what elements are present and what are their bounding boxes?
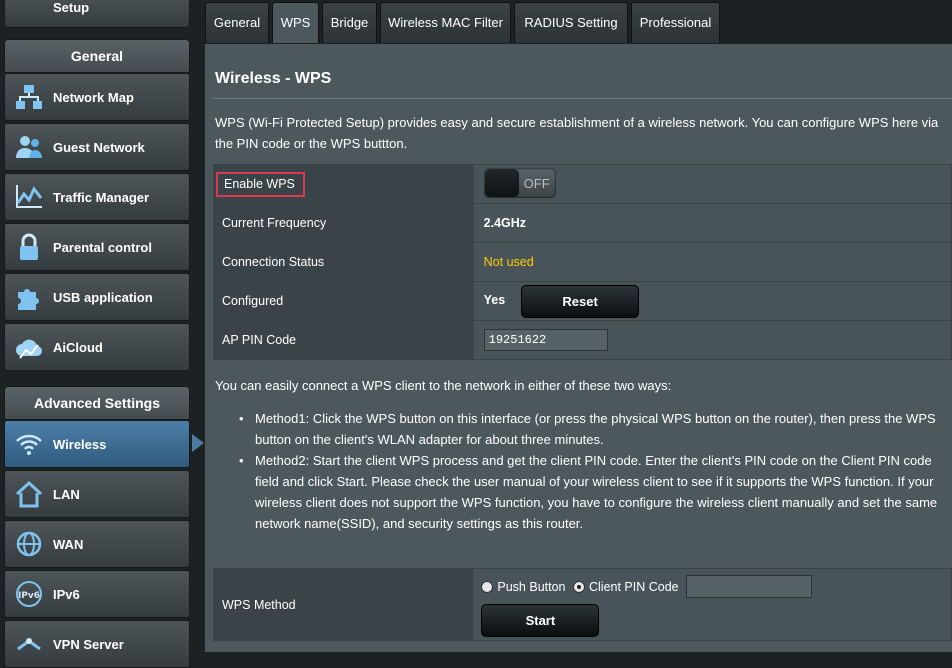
wps-method-label: WPS Method <box>212 568 474 641</box>
ap-pin-label: AP PIN Code <box>213 320 474 360</box>
enable-wps-value-cell: OFF <box>472 164 952 204</box>
methods-list: Method1: Click the WPS button on this in… <box>239 408 945 534</box>
client-pin-label: Client PIN Code <box>588 579 679 594</box>
enable-wps-cell: Enable WPS <box>213 164 474 204</box>
puzzle-icon <box>5 273 53 321</box>
sidebar-item-label: Wireless <box>53 436 107 452</box>
push-button-label: Push Button <box>497 579 566 594</box>
globe-icon <box>5 520 53 568</box>
sidebar-item-label: Parental control <box>53 239 152 255</box>
page-title: Wireless - WPS <box>215 70 332 87</box>
ap-pin-value-cell: 19251622 <box>472 320 952 360</box>
wps-settings-table: Enable WPS OFF Current Frequency 2.4GHz … <box>213 164 952 360</box>
tab-wireless-mac-filter[interactable]: Wireless MAC Filter <box>380 2 511 43</box>
toggle-state-label: OFF <box>523 175 550 191</box>
sidebar: Setup General Network Map Guest Network … <box>0 0 205 668</box>
toggle-knob <box>484 169 519 197</box>
advanced-section-header: Advanced Settings <box>4 386 190 420</box>
tab-bar: General WPS Bridge Wireless MAC Filter R… <box>205 0 952 44</box>
lock-icon <box>5 223 53 271</box>
connection-status-value: Not used <box>472 242 952 282</box>
vpn-icon <box>5 620 53 668</box>
page-description: WPS (Wi-Fi Protected Setup) provides eas… <box>215 115 939 151</box>
configured-label: Configured <box>213 281 474 321</box>
table-row: AP PIN Code 19251622 <box>213 320 952 360</box>
sidebar-item-ipv6[interactable]: IPv6 IPv6 <box>4 570 190 618</box>
tab-general[interactable]: General <box>205 2 269 43</box>
ap-pin-field[interactable]: 19251622 <box>483 329 608 351</box>
sidebar-item-label: Network Map <box>53 89 134 105</box>
ipv6-icon: IPv6 <box>5 570 53 618</box>
table-row: Configured Yes Reset <box>213 281 952 321</box>
start-button[interactable]: Start <box>481 604 600 637</box>
active-item-arrow <box>192 434 204 452</box>
table-row: WPS Method Push Button Client PIN Code S… <box>212 568 952 641</box>
sidebar-item-label: LAN <box>53 486 80 502</box>
traffic-manager-icon <box>5 173 53 221</box>
enable-wps-label: Enable WPS <box>216 171 305 197</box>
sidebar-item-label: IPv6 <box>53 586 80 602</box>
sidebar-item-label: AiCloud <box>53 339 103 355</box>
push-button-radio[interactable] <box>481 580 494 593</box>
sidebar-item-wan[interactable]: WAN <box>4 520 190 568</box>
table-row: Enable WPS OFF <box>213 164 952 204</box>
sidebar-item-lan[interactable]: LAN <box>4 470 190 518</box>
reset-button[interactable]: Reset <box>521 284 640 318</box>
sidebar-item-guest-network[interactable]: Guest Network <box>4 123 190 171</box>
tab-wps[interactable]: WPS <box>272 2 319 43</box>
sidebar-item-aicloud[interactable]: AiCloud <box>4 323 190 371</box>
frequency-label: Current Frequency <box>213 203 474 243</box>
tab-professional[interactable]: Professional <box>631 2 720 43</box>
configured-value-cell: Yes Reset <box>472 281 952 321</box>
method2-text: Method2: Start the client WPS process an… <box>239 450 945 534</box>
sidebar-item-usb-application[interactable]: USB application <box>4 273 190 321</box>
general-section-header: General <box>4 39 190 73</box>
enable-wps-toggle[interactable]: OFF <box>483 168 556 198</box>
sidebar-item-label: Guest Network <box>53 139 145 155</box>
method1-text: Method1: Click the WPS button on this in… <box>239 408 945 450</box>
table-row: Current Frequency 2.4GHz <box>213 203 952 243</box>
sidebar-item-parental-control[interactable]: Parental control <box>4 223 190 271</box>
client-pin-input[interactable] <box>686 575 813 598</box>
connection-status-label: Connection Status <box>213 242 474 282</box>
sidebar-item-network-map[interactable]: Network Map <box>4 73 190 121</box>
svg-text:IPv6: IPv6 <box>18 591 40 601</box>
main-panel: Wireless - WPS WPS (Wi-Fi Protected Setu… <box>205 44 952 652</box>
sidebar-item-vpn-server[interactable]: VPN Server <box>4 620 190 668</box>
tab-bridge[interactable]: Bridge <box>322 2 377 43</box>
title-divider <box>213 98 952 99</box>
sidebar-item-label: Traffic Manager <box>53 189 150 205</box>
wifi-icon <box>5 420 53 468</box>
client-pin-radio[interactable] <box>572 580 585 593</box>
sidebar-item-label: VPN Server <box>53 636 124 652</box>
wps-method-value-cell: Push Button Client PIN Code Start <box>472 568 952 641</box>
configured-value: Yes <box>483 293 506 308</box>
frequency-value: 2.4GHz <box>472 203 952 243</box>
wps-method-table: WPS Method Push Button Client PIN Code S… <box>212 568 952 641</box>
sidebar-item-label: WAN <box>53 536 84 552</box>
sidebar-item-label: Setup <box>53 0 90 15</box>
home-icon <box>5 470 53 518</box>
sidebar-item-setup[interactable]: Setup <box>4 0 190 28</box>
connection-intro: You can easily connect a WPS client to t… <box>215 378 672 393</box>
tab-radius-setting[interactable]: RADIUS Setting <box>514 2 628 43</box>
cloud-icon <box>5 323 53 371</box>
network-map-icon <box>5 73 53 121</box>
sidebar-item-traffic-manager[interactable]: Traffic Manager <box>4 173 190 221</box>
guest-network-icon <box>5 123 53 171</box>
sidebar-item-label: USB application <box>53 289 153 305</box>
table-row: Connection Status Not used <box>213 242 952 282</box>
sidebar-item-wireless[interactable]: Wireless <box>4 420 190 468</box>
